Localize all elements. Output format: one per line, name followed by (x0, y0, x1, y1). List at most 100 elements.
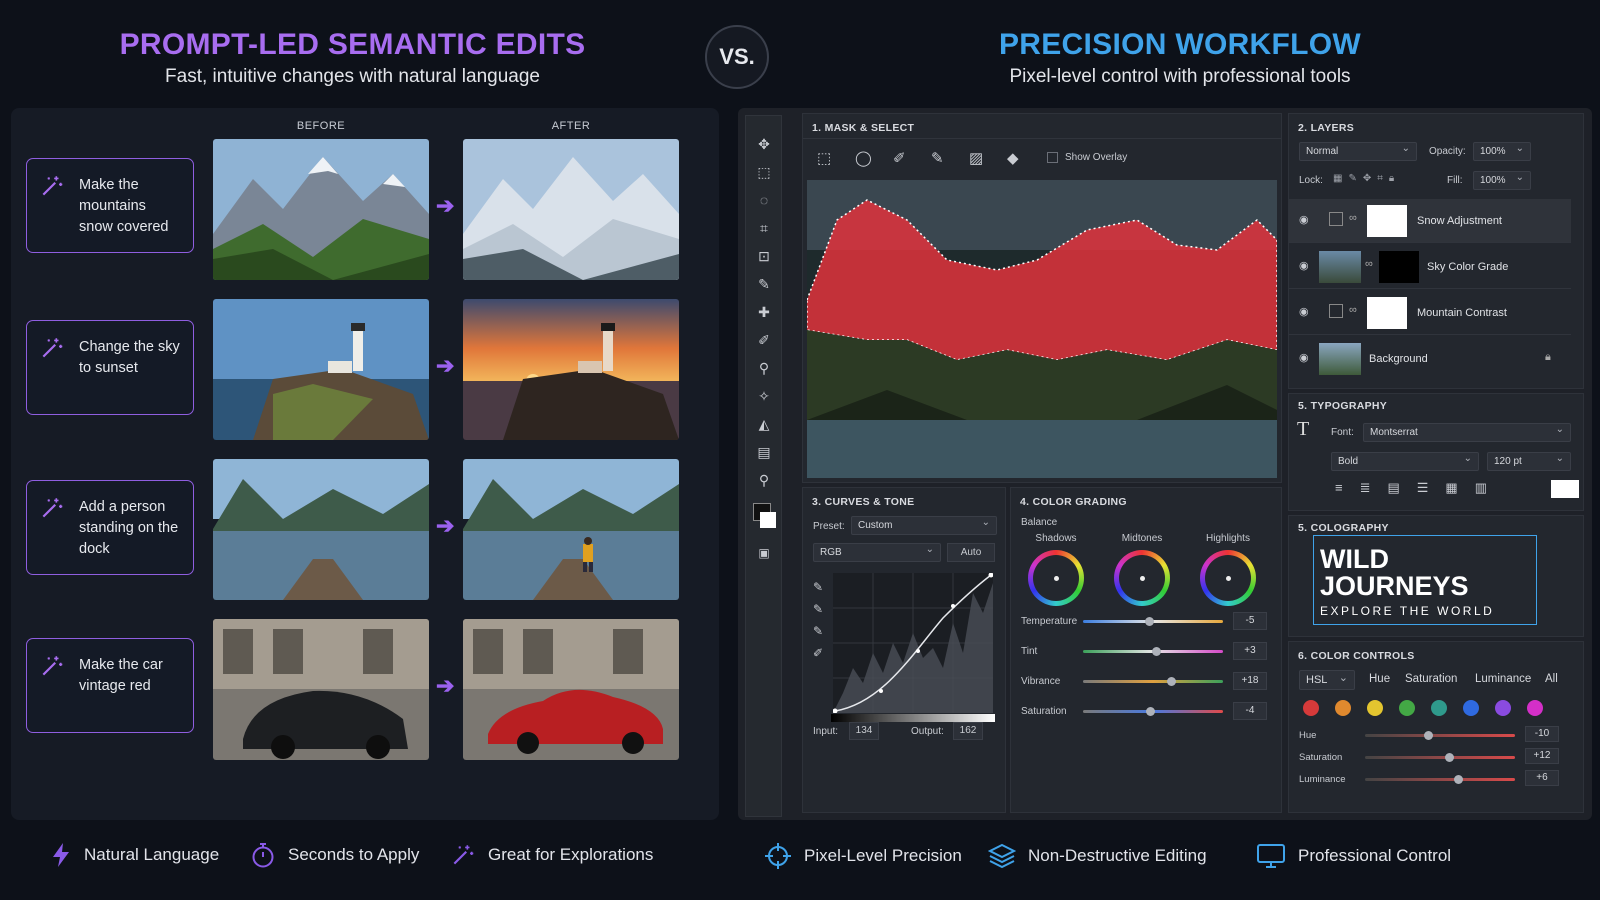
grading-slider-track[interactable] (1083, 707, 1223, 716)
preset-dropdown[interactable]: Custom (851, 516, 997, 535)
crop-alt-tool-icon[interactable]: ⊡ (755, 248, 773, 266)
eraser-tool-icon[interactable]: ◭ (755, 416, 773, 434)
hsl-slider-value[interactable]: +6 (1525, 770, 1559, 786)
lock-icons[interactable]: ▦✎✥⌗🔒︎ (1333, 173, 1400, 184)
grading-slider-track[interactable] (1083, 647, 1223, 656)
text-align-icons[interactable]: ≡≣▤☰▦▥ (1335, 480, 1504, 496)
gradient-select-icon[interactable]: ▨ (969, 149, 983, 167)
color-swatch[interactable] (1367, 700, 1383, 716)
grading-slider-value[interactable]: +3 (1233, 642, 1267, 660)
tab-all[interactable]: All (1545, 673, 1558, 685)
prompt-card-snow[interactable]: Make the mountains snow covered (26, 158, 194, 253)
type-tool-icon[interactable]: T (1297, 418, 1309, 441)
hsl-slider-track[interactable] (1365, 731, 1515, 740)
marquee-tool-icon[interactable]: ⬚ (755, 164, 773, 182)
eye-icon[interactable]: ◉ (1299, 213, 1309, 226)
slider-knob[interactable] (1454, 775, 1463, 784)
hsl-slider-value[interactable]: +12 (1525, 748, 1559, 764)
prompt-card-car[interactable]: Make the car vintage red (26, 638, 194, 733)
arrow-right-icon: ➔ (436, 353, 455, 378)
lasso-select-icon[interactable]: ◯ (855, 149, 872, 167)
slider-knob[interactable] (1146, 707, 1156, 716)
shadows-color-wheel[interactable] (1028, 550, 1084, 606)
slider-knob[interactable] (1151, 647, 1161, 656)
rect-select-icon[interactable]: ⬚ (817, 149, 831, 167)
healing-tool-icon[interactable]: ✚ (755, 304, 773, 322)
opacity-dropdown[interactable]: 100% (1473, 142, 1531, 161)
wild-text[interactable]: WILD (1320, 546, 1389, 573)
lasso-tool-icon[interactable]: ◌ (755, 192, 773, 210)
color-swatch[interactable] (1431, 700, 1447, 716)
prompt-card-person[interactable]: Add a person standing on the dock (26, 480, 194, 575)
slider-knob[interactable] (1167, 677, 1177, 686)
eye-icon[interactable]: ◉ (1299, 351, 1309, 364)
auto-button[interactable]: Auto (947, 543, 995, 562)
slider-knob[interactable] (1424, 731, 1433, 740)
color-swatch[interactable] (1527, 700, 1543, 716)
tab-hue[interactable]: Hue (1369, 673, 1390, 685)
tab-saturation[interactable]: Saturation (1405, 673, 1457, 685)
clone-tool-icon[interactable]: ⚲ (755, 360, 773, 378)
hsl-slider-value[interactable]: -10 (1525, 726, 1559, 742)
slider-knob[interactable] (1144, 617, 1154, 626)
crop-tool-icon[interactable]: ⌗ (755, 220, 773, 238)
curve-eyedropper-icons[interactable]: ✎ ✎ ✎ ✐ (813, 576, 823, 664)
font-weight-dropdown[interactable]: Bold (1331, 452, 1479, 471)
color-swatch[interactable] (1335, 700, 1351, 716)
input-field[interactable]: 134 (849, 722, 879, 740)
color-swatch[interactable] (1399, 700, 1415, 716)
color-swatch[interactable] (1495, 700, 1511, 716)
layer-row[interactable]: ◉ ∞ Mountain Contrast (1289, 291, 1571, 335)
output-label: Output: (911, 726, 944, 737)
eye-icon[interactable]: ◉ (1299, 259, 1309, 272)
hsl-slider-track[interactable] (1365, 753, 1515, 762)
eye-icon[interactable]: ◉ (1299, 305, 1309, 318)
midtones-color-wheel[interactable] (1114, 550, 1170, 606)
channel-dropdown[interactable]: RGB (813, 543, 941, 562)
grading-slider-value[interactable]: -4 (1233, 702, 1267, 720)
pen-select-icon[interactable]: ✎ (931, 149, 944, 167)
text-color-swatch[interactable] (1551, 480, 1579, 498)
tab-luminance[interactable]: Luminance (1475, 673, 1531, 685)
background-color-swatch[interactable] (760, 512, 776, 528)
slider-knob[interactable] (1445, 753, 1454, 762)
prompt-card-sunset[interactable]: Change the sky to sunset (26, 320, 194, 415)
zoom-tool-icon[interactable]: ⚲ (755, 472, 773, 490)
after-image-mountains (463, 139, 679, 280)
layer-mask-thumb (1379, 251, 1419, 283)
eraser-select-icon[interactable]: ◆ (1007, 149, 1019, 167)
font-size-dropdown[interactable]: 120 pt (1487, 452, 1571, 471)
brush-tool-icon[interactable]: ✐ (755, 332, 773, 350)
hsl-slider-track[interactable] (1365, 775, 1515, 784)
vs-badge: VS. (705, 25, 769, 89)
blend-mode-dropdown[interactable]: Normal (1299, 142, 1417, 161)
color-swatch[interactable] (1303, 700, 1319, 716)
magic-tool-icon[interactable]: ✧ (755, 388, 773, 406)
color-mode-dropdown[interactable]: HSL (1299, 670, 1355, 690)
color-swatch[interactable] (1463, 700, 1479, 716)
layer-row[interactable]: ◉ ∞ Sky Color Grade (1289, 245, 1571, 289)
grading-slider-value[interactable]: +18 (1233, 672, 1267, 690)
highlights-color-wheel[interactable] (1200, 550, 1256, 606)
prompt-text: Change the sky to sunset (79, 339, 180, 376)
output-field[interactable]: 162 (953, 722, 983, 740)
grading-slider-track[interactable] (1083, 617, 1223, 626)
show-overlay-checkbox[interactable] (1047, 152, 1058, 163)
quick-mask-icon[interactable]: ▣ (755, 546, 773, 564)
mask-canvas[interactable] (807, 180, 1277, 478)
font-dropdown[interactable]: Montserrat (1363, 423, 1571, 442)
grading-slider-value[interactable]: -5 (1233, 612, 1267, 630)
before-image-car (213, 619, 429, 760)
grading-slider-track[interactable] (1083, 677, 1223, 686)
move-tool-icon[interactable]: ✥ (755, 136, 773, 154)
layer-row[interactable]: ◉ ∞ Snow Adjustment (1289, 199, 1571, 243)
lock-label: Lock: (1299, 175, 1323, 186)
eyedropper-tool-icon[interactable]: ✎ (755, 276, 773, 294)
curve-graph[interactable] (832, 572, 994, 714)
fill-dropdown[interactable]: 100% (1473, 171, 1531, 190)
brush-select-icon[interactable]: ✐ (893, 149, 906, 167)
explore-text[interactable]: EXPLORE THE WORLD (1320, 604, 1494, 618)
journeys-text[interactable]: JOURNEYS (1320, 573, 1469, 600)
layer-row[interactable]: ◉ Background 🔒︎ (1289, 337, 1571, 381)
gradient-tool-icon[interactable]: ▤ (755, 444, 773, 462)
